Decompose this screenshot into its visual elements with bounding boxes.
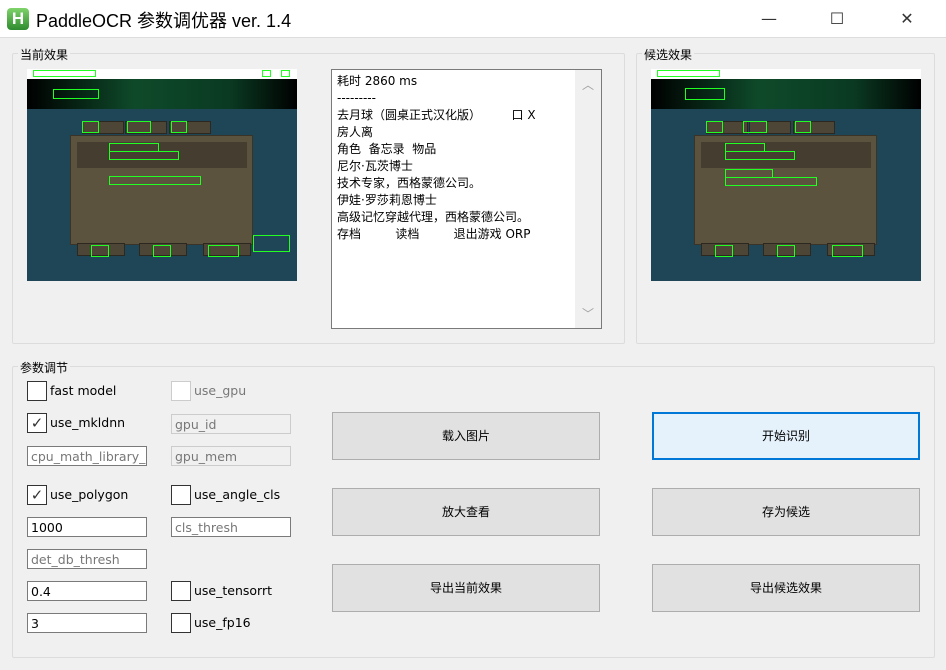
ocr-line: 高级记忆穿越代理，西格蒙德公司。 bbox=[337, 210, 530, 224]
check-icon: ✓ bbox=[30, 414, 44, 432]
ocr-line: 技术专家，西格蒙德公司。 bbox=[337, 176, 482, 190]
ocr-line: 尼尔·瓦茨博士 bbox=[337, 159, 413, 173]
ocr-line: 耗时 2860 ms bbox=[337, 74, 418, 88]
ocr-line: 存档 读档 退出游戏 ORP bbox=[337, 227, 531, 241]
export-current-button[interactable]: 导出当前效果 bbox=[332, 564, 600, 612]
load-image-button[interactable]: 载入图片 bbox=[332, 412, 600, 460]
check-icon: ✓ bbox=[30, 486, 44, 504]
zoom-view-button[interactable]: 放大查看 bbox=[332, 488, 600, 536]
ocr-line: --------- bbox=[337, 91, 376, 105]
candidate-result-label: 候选效果 bbox=[642, 46, 695, 63]
use-polygon-label: use_polygon bbox=[50, 487, 129, 502]
use-fp16-label: use_fp16 bbox=[194, 615, 251, 630]
gpu-id-input: gpu_id bbox=[171, 414, 291, 434]
unclip-input[interactable]: 3 bbox=[27, 613, 147, 633]
use-tensorrt-checkbox[interactable] bbox=[171, 581, 191, 601]
minimize-button[interactable]: — bbox=[746, 0, 792, 38]
use-angle-cls-checkbox[interactable] bbox=[171, 485, 191, 505]
ocr-line: 去月球（圆桌正式汉化版） 口 X bbox=[337, 108, 536, 122]
fast-model-checkbox[interactable] bbox=[27, 381, 47, 401]
cls-thresh-input[interactable]: cls_thresh bbox=[171, 517, 291, 537]
ocr-line: 角色 备忘录 物品 bbox=[337, 142, 437, 156]
candidate-result-image[interactable] bbox=[651, 69, 921, 281]
close-button[interactable]: ✕ bbox=[884, 0, 930, 38]
use-angle-cls-label: use_angle_cls bbox=[194, 487, 281, 502]
use-mkldnn-label: use_mkldnn bbox=[50, 415, 126, 430]
scroll-down-icon[interactable]: ﹀ bbox=[575, 305, 601, 322]
ocr-line: 伊娃·罗莎莉恩博士 bbox=[337, 193, 437, 207]
save-candidate-button[interactable]: 存为候选 bbox=[652, 488, 920, 536]
det-db-thresh-input[interactable]: det_db_thresh bbox=[27, 549, 147, 569]
window-title: PaddleOCR 参数调优器 ver. 1.4 bbox=[36, 11, 292, 31]
current-result-image[interactable] bbox=[27, 69, 297, 281]
params-label: 参数调节 bbox=[18, 359, 71, 376]
start-recognition-button[interactable]: 开始识别 bbox=[652, 412, 920, 460]
maximize-button[interactable]: ☐ bbox=[814, 0, 860, 38]
use-tensorrt-label: use_tensorrt bbox=[194, 583, 273, 598]
use-gpu-checkbox bbox=[171, 381, 191, 401]
title-bar: H PaddleOCR 参数调优器 ver. 1.4 — ☐ ✕ bbox=[0, 0, 946, 38]
use-mkldnn-checkbox[interactable]: ✓ bbox=[27, 413, 47, 433]
ocr-result-scrollbar[interactable]: ︿ ﹀ bbox=[575, 70, 601, 328]
cpu-math-library-input[interactable]: cpu_math_library_nu bbox=[27, 446, 147, 466]
use-polygon-checkbox[interactable]: ✓ bbox=[27, 485, 47, 505]
app-icon: H bbox=[7, 8, 29, 30]
ocr-line: 房人离 bbox=[337, 125, 374, 139]
gpu-mem-input: gpu_mem bbox=[171, 446, 291, 466]
box-thresh-input[interactable]: 0.4 bbox=[27, 581, 147, 601]
current-result-label: 当前效果 bbox=[18, 46, 71, 63]
scroll-up-icon[interactable]: ︿ bbox=[575, 76, 601, 93]
fast-model-label: fast model bbox=[50, 383, 117, 398]
max-side-input[interactable]: 1000 bbox=[27, 517, 147, 537]
ocr-result-lines: 耗时 2860 ms --------- 去月球（圆桌正式汉化版） 口 X 房人离角色… bbox=[337, 73, 536, 243]
use-gpu-label: use_gpu bbox=[194, 383, 247, 398]
export-candidate-button[interactable]: 导出候选效果 bbox=[652, 564, 920, 612]
use-fp16-checkbox[interactable] bbox=[171, 613, 191, 633]
ocr-result-textbox[interactable]: 耗时 2860 ms --------- 去月球（圆桌正式汉化版） 口 X 房人离角色… bbox=[331, 69, 602, 329]
